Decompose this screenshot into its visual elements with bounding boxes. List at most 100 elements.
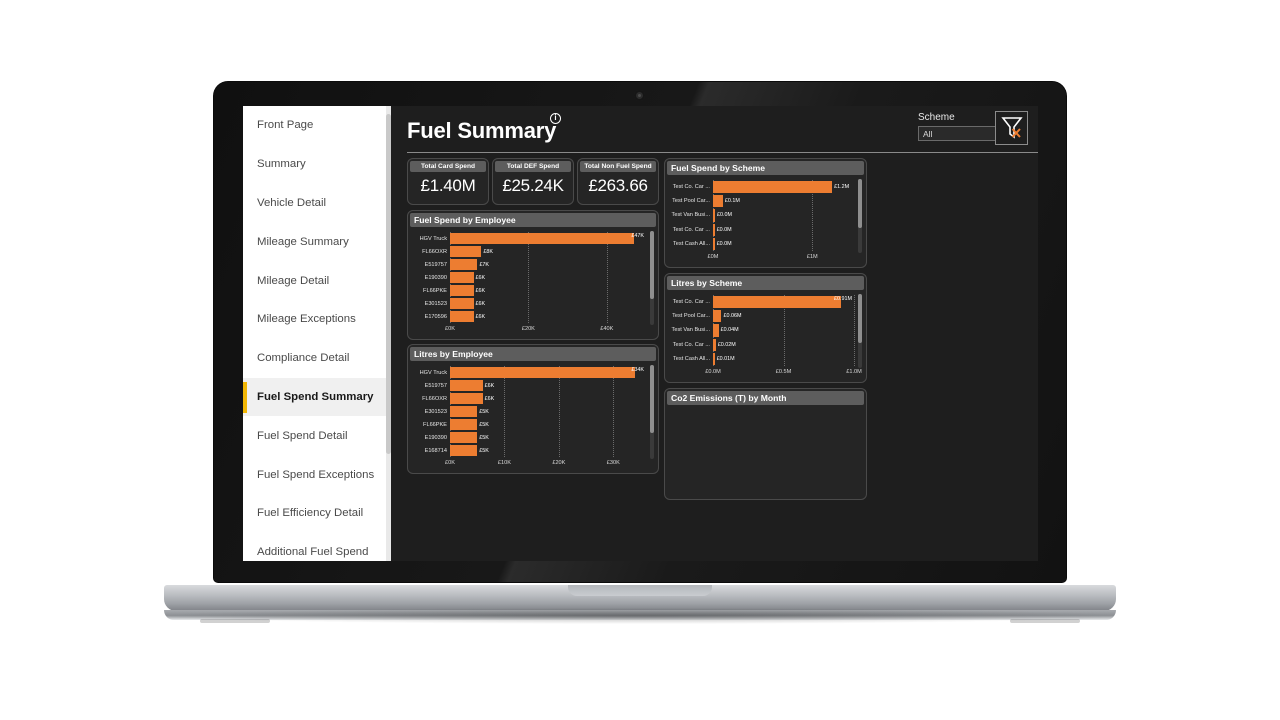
sidebar-item-mileage-exceptions[interactable]: Mileage Exceptions xyxy=(243,300,391,339)
sidebar-item-front-page[interactable]: Front Page xyxy=(243,106,391,145)
sidebar-item-fuel-efficiency-detail[interactable]: Fuel Efficiency Detail xyxy=(243,494,391,533)
visual-scrollbar[interactable] xyxy=(650,231,654,325)
bar-row[interactable]: HGV Truck £47K xyxy=(414,232,646,245)
sidebar-item-label: Fuel Spend Detail xyxy=(257,429,348,442)
bar-row[interactable]: E519757 £6K xyxy=(414,379,646,392)
kpi-title: Total Card Spend xyxy=(410,161,486,172)
bar-value-label: £34K xyxy=(631,367,644,373)
x-axis-tick-label: £0K xyxy=(445,460,455,466)
bar-row[interactable]: FL66OXR £6K xyxy=(414,392,646,405)
bar-fill xyxy=(450,285,474,296)
visual-litres-by-scheme[interactable]: Litres by Scheme Test Co. Car ... £0.91M Te… xyxy=(664,273,867,383)
visual-fuel-spend-by-employee[interactable]: Fuel Spend by Employee HGV Truck £47K FL66O… xyxy=(407,210,659,340)
sidebar-item-additional-fuel-spend[interactable]: Additional Fuel Spend xyxy=(243,533,391,561)
kpi-card-total-card-spend[interactable]: Total Card Spend £1.40M xyxy=(407,158,489,205)
bar-fill xyxy=(713,223,715,236)
laptop-foot-right xyxy=(1010,619,1080,623)
canvas-bottom-edge xyxy=(391,555,1038,561)
visual-body: Test Co. Car ... £0.91M Test Pool Car... £0… xyxy=(667,291,864,380)
bar-row[interactable]: Test Van Busi... £0.0M xyxy=(671,208,854,222)
bar-row[interactable]: Test Cash All... £0.0M xyxy=(671,237,854,251)
visual-title: Litres by Scheme xyxy=(667,276,864,290)
funnel-clear-icon xyxy=(1000,117,1023,139)
bar-row[interactable]: Test Pool Car... £0.06M xyxy=(671,309,854,323)
page-title: Fuel Summary xyxy=(407,118,557,143)
x-axis-tick-label: £0K xyxy=(445,326,455,332)
visual-scrollbar-thumb[interactable] xyxy=(650,231,654,299)
kpi-card-total-def-spend[interactable]: Total DEF Spend £25.24K xyxy=(492,158,574,205)
bar-value-label: £0.0M xyxy=(716,240,732,247)
bar-category-label: E301523 xyxy=(424,300,447,307)
bar-row[interactable]: Test Co. Car ... £0.91M xyxy=(671,295,854,309)
sidebar-item-compliance-detail[interactable]: Compliance Detail xyxy=(243,339,391,378)
x-axis: £0.0M £0.5M £1.0M xyxy=(671,369,862,379)
sidebar-item-label: Fuel Spend Exceptions xyxy=(257,468,375,481)
sidebar-item-fuel-spend-summary[interactable]: Fuel Spend Summary xyxy=(243,377,391,417)
bar-fill xyxy=(450,272,474,283)
sidebar-item-fuel-spend-exceptions[interactable]: Fuel Spend Exceptions xyxy=(243,455,391,494)
bar-row[interactable]: Test Cash All... £0.01M xyxy=(671,352,854,366)
bar-row[interactable]: E168714 £5K xyxy=(414,444,646,457)
plot-area: Test Co. Car ... £1.2M Test Pool Car... £0.… xyxy=(671,180,854,251)
bar-row[interactable]: FL66OXR £8K xyxy=(414,245,646,258)
bar-row[interactable]: E301523 £6K xyxy=(414,297,646,310)
x-axis-tick-label: £1M xyxy=(806,254,818,260)
bar-category-label: Test Co. Car ... xyxy=(672,184,710,191)
bar-fill xyxy=(713,237,715,250)
header-divider xyxy=(407,152,1038,153)
bar-row[interactable]: E190390 £5K xyxy=(414,431,646,444)
screenshot-stage: Front Page Summary Vehicle Detail Mileage S… xyxy=(0,0,1280,720)
info-icon[interactable]: i xyxy=(550,113,561,124)
bar-category-label: E190390 xyxy=(424,274,447,281)
visual-litres-by-employee[interactable]: Litres by Employee HGV Truck £34K E519757 £6… xyxy=(407,344,659,474)
visual-scrollbar[interactable] xyxy=(650,365,654,459)
x-axis: £0M £1M xyxy=(671,254,854,264)
bar-track: £5K xyxy=(450,432,646,443)
visual-title: Litres by Employee xyxy=(410,347,656,361)
kpi-value: £1.40M xyxy=(420,176,476,195)
bar-row[interactable]: E301523 £5K xyxy=(414,405,646,418)
clear-filter-button[interactable] xyxy=(995,111,1028,145)
report-navigation-sidebar[interactable]: Front Page Summary Vehicle Detail Mileage S… xyxy=(243,106,391,561)
sidebar-item-summary[interactable]: Summary xyxy=(243,145,391,184)
bar-row[interactable]: FL66PKE £6K xyxy=(414,284,646,297)
visual-scrollbar-thumb[interactable] xyxy=(650,365,654,433)
visual-scrollbar[interactable] xyxy=(858,179,862,253)
bar-row[interactable]: FL66PKE £5K xyxy=(414,418,646,431)
bar-row[interactable]: Test Van Busi... £0.04M xyxy=(671,323,854,337)
bar-category-label: FL66PKE xyxy=(423,421,447,428)
x-axis: £0K £10K £20K £30K xyxy=(414,460,646,470)
sidebar-item-vehicle-detail[interactable]: Vehicle Detail xyxy=(243,184,391,223)
visual-scrollbar[interactable] xyxy=(858,294,862,368)
bar-row[interactable]: E190390 £6K xyxy=(414,271,646,284)
bar-category-label: E519757 xyxy=(424,382,447,389)
bar-row[interactable]: E170596 £6K xyxy=(414,310,646,323)
sidebar-item-mileage-summary[interactable]: Mileage Summary xyxy=(243,222,391,261)
bar-category-label: HGV Truck xyxy=(419,235,447,242)
bar-category-label: Test Co. Car ... xyxy=(672,299,710,306)
bar-row[interactable]: HGV Truck £34K xyxy=(414,366,646,379)
bar-row[interactable]: Test Co. Car ... £1.2M xyxy=(671,180,854,194)
bar-row[interactable]: E519757 £7K xyxy=(414,258,646,271)
kpi-card-total-non-fuel-spend[interactable]: Total Non Fuel Spend £263.66 xyxy=(577,158,659,205)
sidebar-item-fuel-spend-detail[interactable]: Fuel Spend Detail xyxy=(243,416,391,455)
bar-fill xyxy=(713,181,833,194)
visual-scrollbar-thumb[interactable] xyxy=(858,294,862,343)
kpi-title: Total Non Fuel Spend xyxy=(580,161,656,172)
bar-value-label: £1.2M xyxy=(834,184,850,191)
sidebar-item-mileage-detail[interactable]: Mileage Detail xyxy=(243,261,391,300)
visual-title: Fuel Spend by Employee xyxy=(410,213,656,227)
bar-fill xyxy=(450,367,636,378)
bar-row[interactable]: Test Co. Car ... £0.02M xyxy=(671,338,854,352)
bar-fill xyxy=(450,259,478,270)
bar-row[interactable]: Test Co. Car ... £0.0M xyxy=(671,223,854,237)
x-axis-tick-label: £0.0M xyxy=(705,369,721,375)
visual-scrollbar-thumb[interactable] xyxy=(858,179,862,228)
bar-track: £0.0M xyxy=(713,209,854,222)
sidebar-item-label: Compliance Detail xyxy=(257,352,350,365)
visual-co2-emissions-by-month[interactable]: Co2 Emissions (T) by Month xyxy=(664,388,867,500)
visual-fuel-spend-by-scheme[interactable]: Fuel Spend by Scheme Test Co. Car ... £1.2… xyxy=(664,158,867,268)
bar-fill xyxy=(450,419,478,430)
bar-row[interactable]: Test Pool Car... £0.1M xyxy=(671,194,854,208)
sidebar-item-label: Front Page xyxy=(257,119,314,132)
